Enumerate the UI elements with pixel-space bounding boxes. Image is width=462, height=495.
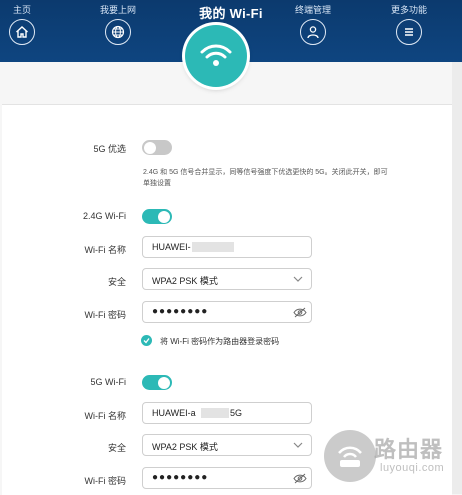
wifi-24-label: 2.4G Wi-Fi [82, 211, 126, 221]
redacted-mask [192, 242, 234, 252]
5g-priority-hint: 2.4G 和 5G 信号合并显示，同等信号强度下优选更快的 5G。关闭此开关，即… [143, 169, 388, 187]
wifi-5-password-value: ●●●●●●●● [152, 472, 209, 483]
wifi-24-name-field[interactable]: HUAWEI- [142, 236, 312, 258]
home-icon[interactable] [9, 19, 35, 45]
wifi-5-name-suffix: 5G [230, 408, 243, 418]
wifi-5-label: 5G Wi-Fi [90, 377, 127, 387]
nav-devices[interactable]: 终端管理 [278, 4, 348, 45]
chevron-down-icon [293, 276, 303, 282]
wifi-24-password-field[interactable]: ●●●●●●●● [142, 301, 312, 323]
watermark-title: 路由器 [374, 437, 444, 462]
menu-icon[interactable] [396, 19, 422, 45]
wifi-24-name-label: Wi-Fi 名称 [84, 245, 127, 255]
5g-priority-toggle[interactable] [142, 140, 172, 155]
wifi-5-name-label: Wi-Fi 名称 [84, 411, 127, 421]
wifi-5-password-field[interactable]: ●●●●●●●● [142, 467, 312, 489]
wifi-24-security-value: WPA2 PSK 模式 [152, 276, 218, 286]
admin-password-checkbox[interactable] [141, 335, 152, 346]
globe-icon[interactable] [105, 19, 131, 45]
user-icon[interactable] [300, 19, 326, 45]
check-icon [143, 338, 150, 344]
wifi-24-name-value: HUAWEI- [152, 242, 191, 252]
admin-password-checkbox-label: 将 Wi-Fi 密码作为路由器登录密码 [160, 337, 280, 346]
wifi-5-security-value: WPA2 PSK 模式 [152, 442, 218, 452]
wifi-24-security-label: 安全 [107, 277, 126, 287]
wifi-5-toggle[interactable] [142, 375, 172, 390]
watermark: 路由器 luyouqi.com [324, 430, 460, 490]
eye-hidden-icon[interactable] [293, 473, 307, 484]
wifi-5-name-field[interactable]: HUAWEI-a 5G [142, 402, 312, 424]
nav-more[interactable]: 更多功能 [374, 4, 444, 45]
wifi-5-name-prefix: HUAWEI-a [152, 408, 196, 418]
nav-devices-label: 终端管理 [294, 5, 331, 15]
eye-hidden-icon[interactable] [293, 307, 307, 318]
5g-priority-label: 5G 优选 [93, 144, 126, 154]
wifi-5-security-select[interactable]: WPA2 PSK 模式 [142, 434, 312, 456]
wifi-5-security-label: 安全 [107, 443, 126, 453]
wifi-24-password-value: ●●●●●●●● [152, 306, 209, 317]
wifi-24-security-select[interactable]: WPA2 PSK 模式 [142, 268, 312, 290]
redacted-mask [201, 408, 229, 418]
wifi-24-password-label: Wi-Fi 密码 [84, 310, 127, 320]
router-logo-icon [324, 430, 376, 482]
nav-more-label: 更多功能 [390, 5, 427, 15]
wifi-5-password-label: Wi-Fi 密码 [84, 476, 127, 486]
chevron-down-icon [293, 442, 303, 448]
watermark-subtitle: luyouqi.com [380, 462, 445, 474]
wifi-icon[interactable] [185, 25, 247, 87]
wifi-24-toggle[interactable] [142, 209, 172, 224]
